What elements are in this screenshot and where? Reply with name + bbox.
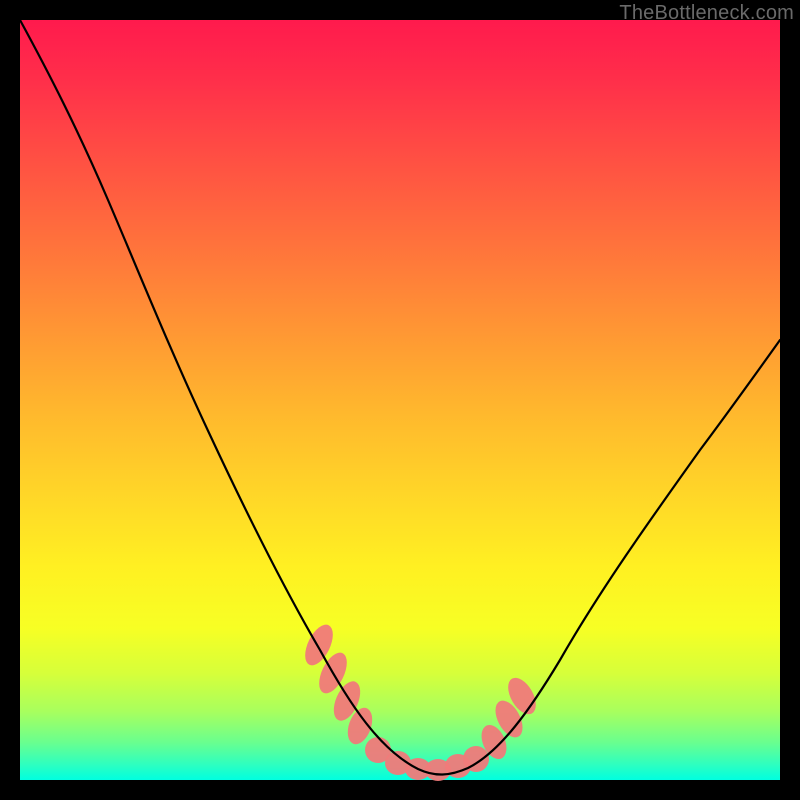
right-ascent-bumps [477, 673, 542, 763]
plot-area [20, 20, 780, 780]
watermark-text: TheBottleneck.com [619, 2, 794, 25]
bottleneck-curve [20, 20, 780, 775]
chart-frame: TheBottleneck.com [0, 0, 800, 800]
left-descent-bumps [299, 620, 376, 747]
curve-svg [20, 20, 780, 780]
